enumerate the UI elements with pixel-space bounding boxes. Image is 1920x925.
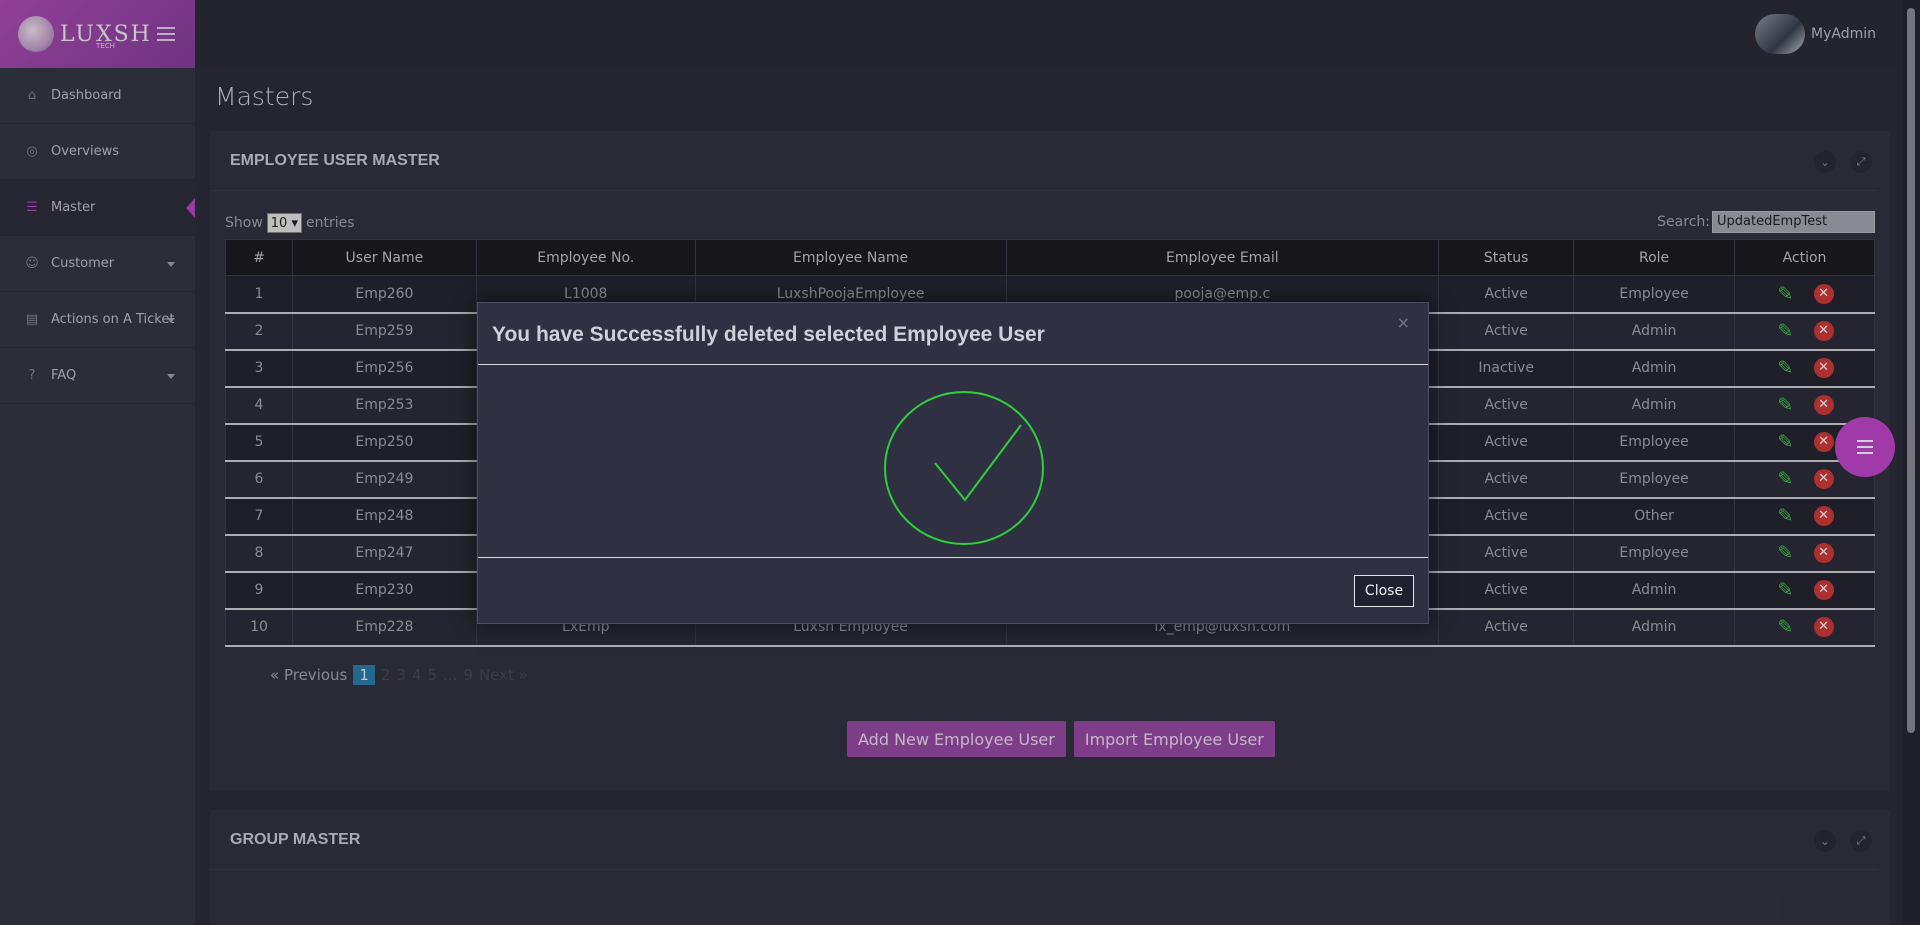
- checkmark-success-icon: [884, 391, 1044, 545]
- success-modal: You have Successfully deleted selected E…: [477, 302, 1429, 624]
- modal-title: You have Successfully deleted selected E…: [492, 323, 1045, 346]
- close-button[interactable]: Close: [1354, 575, 1414, 607]
- close-icon[interactable]: ×: [1397, 313, 1410, 332]
